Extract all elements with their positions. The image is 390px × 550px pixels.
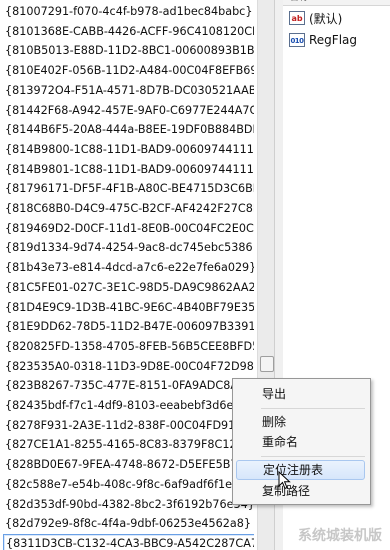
- value-name: (默认): [309, 11, 343, 26]
- string-value-icon: ab: [289, 11, 305, 25]
- scrollbar-thumb[interactable]: [260, 356, 274, 372]
- tree-item[interactable]: {828BD0E67-9FEA-4748-8672-D5EFE5B779EE}: [3, 455, 254, 475]
- menu-item-rename[interactable]: 重命名: [236, 432, 365, 452]
- tree-item[interactable]: {813972O4-F51A-4571-8D7B-DC030521AABD}: [3, 81, 254, 101]
- tree-item[interactable]: {81D4E9C9-1D3B-41BC-9E6C-4B40BF79E35E}: [3, 298, 254, 318]
- tree-item[interactable]: {8278F931-2A3E-11d2-838F-00C04FD918D0}: [3, 416, 254, 436]
- tree-item[interactable]: {814B9800-1C88-11D1-BAD9-00609744111A}: [3, 140, 254, 160]
- tree-item[interactable]: {81442F68-A942-457E-9AF0-C6977E244A7C}: [3, 101, 254, 121]
- context-menu[interactable]: 导出 删除 重命名 定位注册表 复制路径: [232, 378, 371, 505]
- tree-item[interactable]: {823B8267-735C-477E-8151-0FA9ADC8AB3A}: [3, 376, 254, 396]
- tree-item[interactable]: {819d1334-9d74-4254-9ac8-dc745ebc5386}: [3, 238, 254, 258]
- tree-item[interactable]: {818C68B0-D4C9-475C-B2CF-AF4242F27C8D}: [3, 199, 254, 219]
- menu-item-export[interactable]: 导出: [236, 384, 365, 404]
- tree-item[interactable]: {81b43e73-e814-4dcd-a7c6-e22e7fe6a029}: [3, 258, 254, 278]
- tree-item[interactable]: {81796171-DF5F-4F1B-A80C-BE4715D3C6BB}: [3, 179, 254, 199]
- tree-item[interactable]: {819469D2-D0CF-11d1-8E0B-00C04FC2E0C7}: [3, 219, 254, 239]
- tree-item[interactable]: {823535A0-0318-11D3-9D8E-00C04F72D980}: [3, 357, 254, 377]
- tree-item-selected[interactable]: {8311D3CB-C132-4CA3-BBC9-A542C287CA78}: [3, 533, 254, 550]
- value-row-regflag[interactable]: 010 RegFlag: [289, 30, 357, 50]
- tree-item[interactable]: {81C5FE01-027C-3E1C-98D5-DA9C9862AA21}: [3, 278, 254, 298]
- menu-item-locate-registry[interactable]: 定位注册表: [236, 460, 365, 480]
- tree-item[interactable]: {81E9DD62-78D5-11D2-B47E-006097B3391B}: [3, 317, 254, 337]
- tree-item[interactable]: {810B5013-E88D-11D2-8BC1-00600893B1B6}: [3, 41, 254, 61]
- tree-item[interactable]: {82d353df-90bd-4382-8bc2-3f6192b76e34}: [3, 495, 254, 515]
- menu-item-copy-path[interactable]: 复制路径: [236, 481, 365, 501]
- menu-separator: [261, 456, 365, 457]
- menu-item-delete[interactable]: 删除: [236, 412, 365, 432]
- tree-item[interactable]: {82c588e7-e54b-408c-9f8c-6af9adf6f1e9}: [3, 475, 248, 495]
- binary-value-icon: 010: [289, 33, 305, 47]
- tree-item[interactable]: {82435bdf-f7c1-4df9-8103-eeabebf3d6e1}: [3, 396, 250, 416]
- tree-item[interactable]: {820825FD-1358-4705-8FEB-56B5CEE8BFD5}: [3, 337, 254, 357]
- tree-item[interactable]: {8144B6F5-20A8-444a-B8EE-19DF0B884BDB}: [3, 120, 254, 140]
- value-row-default[interactable]: ab (默认): [289, 8, 342, 28]
- mouse-cursor-icon: [278, 471, 291, 490]
- registry-key-tree[interactable]: {81007291-f070-4c4f-b978-ad1bec84babc} {8…: [0, 0, 254, 550]
- watermark: 系统城装机版: [298, 528, 382, 544]
- tree-item[interactable]: {82d792e9-8f8c-4f4a-9dbf-06253e4562a8}: [3, 514, 253, 534]
- tree-item[interactable]: {827CE1A1-8255-4165-8C83-8379F8C127A4}: [3, 435, 254, 455]
- tree-item[interactable]: {81007291-f070-4c4f-b978-ad1bec84babc}: [3, 2, 254, 22]
- value-name: RegFlag: [309, 33, 358, 47]
- menu-separator: [261, 408, 365, 409]
- tree-item[interactable]: {810E402F-056B-11D2-A484-00C04F8EFB69}: [3, 61, 254, 81]
- column-header-name[interactable]: 名称: [283, 0, 390, 6]
- tree-item[interactable]: {8101368E-CABB-4426-ACFF-96C4108120CD}: [3, 22, 254, 42]
- tree-item[interactable]: {814B9801-1C88-11D1-BAD9-00609744111A}: [3, 160, 254, 180]
